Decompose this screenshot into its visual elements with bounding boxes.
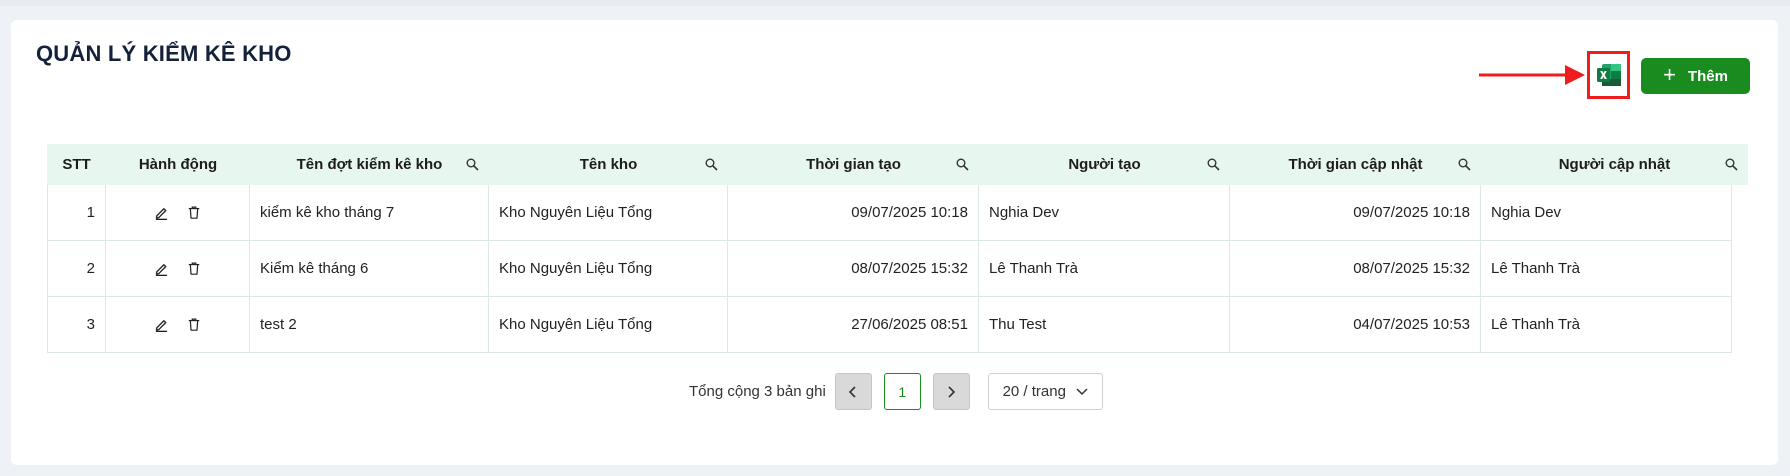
cell-stt: 1 <box>47 185 106 240</box>
delete-icon[interactable] <box>187 205 201 220</box>
column-header: STT <box>47 144 106 185</box>
excel-icon <box>1596 64 1621 86</box>
cell-warehouse: Kho Nguyên Liệu Tổng <box>489 185 728 240</box>
edit-icon[interactable] <box>154 317 169 332</box>
cell-updated-by: Lê Thanh Trà <box>1481 241 1732 296</box>
delete-icon[interactable] <box>187 261 201 276</box>
add-button[interactable]: + Thêm <box>1641 58 1750 94</box>
page-title: QUẢN LÝ KIỂM KÊ KHO <box>36 41 292 66</box>
column-header: Tên đợt kiểm kê kho <box>250 144 489 185</box>
column-header-label: Thời gian tạo <box>806 156 901 173</box>
cell-created-by: Thu Test <box>979 297 1230 352</box>
page-size-select[interactable]: 20 / trang <box>987 373 1103 410</box>
row-actions <box>106 241 250 296</box>
column-header-label: Thời gian cập nhật <box>1288 156 1423 173</box>
search-icon[interactable] <box>1207 158 1220 171</box>
column-header: Người tạo <box>979 144 1230 185</box>
table-row[interactable]: 3 test 2 Kho Nguyên Liệu Tổng 27/06/2025 08… <box>47 297 1732 353</box>
cell-stt: 3 <box>47 297 106 352</box>
cell-created-by: Nghia Dev <box>979 185 1230 240</box>
column-header-label: Tên đợt kiểm kê kho <box>296 156 443 173</box>
cell-updated-at: 09/07/2025 10:18 <box>1230 185 1481 240</box>
edit-icon[interactable] <box>154 261 169 276</box>
column-header-label: Tên kho <box>579 156 638 173</box>
table-row[interactable]: 2 Kiểm kê tháng 6 Kho Nguyên Liệu Tổng 08/0… <box>47 241 1732 297</box>
total-records: Tổng cộng 3 bản ghi <box>689 383 826 400</box>
table-row[interactable]: 1 kiểm kê kho tháng 7 Kho Nguyên Liệu Tổng… <box>47 185 1732 241</box>
red-arrow-icon <box>1479 65 1585 85</box>
cell-updated-by: Lê Thanh Trà <box>1481 297 1732 352</box>
column-header: Thời gian tạo <box>728 144 979 185</box>
cell-created-at: 08/07/2025 15:32 <box>728 241 979 296</box>
cell-created-by: Lê Thanh Trà <box>979 241 1230 296</box>
delete-icon[interactable] <box>187 317 201 332</box>
cell-stt: 2 <box>47 241 106 296</box>
row-actions <box>106 185 250 240</box>
top-strip <box>0 0 1790 6</box>
column-header-label: STT <box>62 156 91 173</box>
page-size-value: 20 / trang <box>1002 383 1066 400</box>
column-header: Thời gian cập nhật <box>1230 144 1481 185</box>
cell-warehouse: Kho Nguyên Liệu Tổng <box>489 297 728 352</box>
inventory-check-table: STT Hành động Tên đợt kiểm kê kho Tên kho Th… <box>47 144 1748 353</box>
column-header-label: Người cập nhật <box>1558 156 1671 173</box>
search-icon[interactable] <box>1725 158 1738 171</box>
chevron-right-icon <box>948 385 956 398</box>
column-header: Người cập nhật <box>1481 144 1748 185</box>
pagination: Tổng cộng 3 bản ghi 1 20 / trang <box>689 373 1103 410</box>
export-excel-button[interactable] <box>1587 51 1630 99</box>
cell-updated-at: 04/07/2025 10:53 <box>1230 297 1481 352</box>
search-icon[interactable] <box>466 158 479 171</box>
search-icon[interactable] <box>956 158 969 171</box>
next-page-button[interactable] <box>932 373 970 410</box>
plus-icon: + <box>1663 62 1676 87</box>
search-icon[interactable] <box>705 158 718 171</box>
cell-created-at: 09/07/2025 10:18 <box>728 185 979 240</box>
column-header: Tên kho <box>489 144 728 185</box>
edit-icon[interactable] <box>154 205 169 220</box>
search-icon[interactable] <box>1458 158 1471 171</box>
column-header-label: Người tạo <box>1068 156 1141 173</box>
column-header: Hành động <box>106 144 250 185</box>
chevron-down-icon <box>1076 387 1088 395</box>
cell-updated-at: 08/07/2025 15:32 <box>1230 241 1481 296</box>
cell-name: Kiểm kê tháng 6 <box>250 241 489 296</box>
cell-warehouse: Kho Nguyên Liệu Tổng <box>489 241 728 296</box>
cell-created-at: 27/06/2025 08:51 <box>728 297 979 352</box>
add-button-label: Thêm <box>1687 67 1728 85</box>
cell-name: kiểm kê kho tháng 7 <box>250 185 489 240</box>
row-actions <box>106 297 250 352</box>
column-header-label: Hành động <box>138 156 218 173</box>
page-1-button[interactable]: 1 <box>883 373 921 410</box>
cell-updated-by: Nghia Dev <box>1481 185 1732 240</box>
chevron-left-icon <box>849 385 856 398</box>
table-header: STT Hành động Tên đợt kiểm kê kho Tên kho Th… <box>47 144 1748 185</box>
prev-page-button[interactable] <box>834 373 872 410</box>
cell-name: test 2 <box>250 297 489 352</box>
table-body: 1 kiểm kê kho tháng 7 Kho Nguyên Liệu Tổng… <box>47 185 1732 353</box>
